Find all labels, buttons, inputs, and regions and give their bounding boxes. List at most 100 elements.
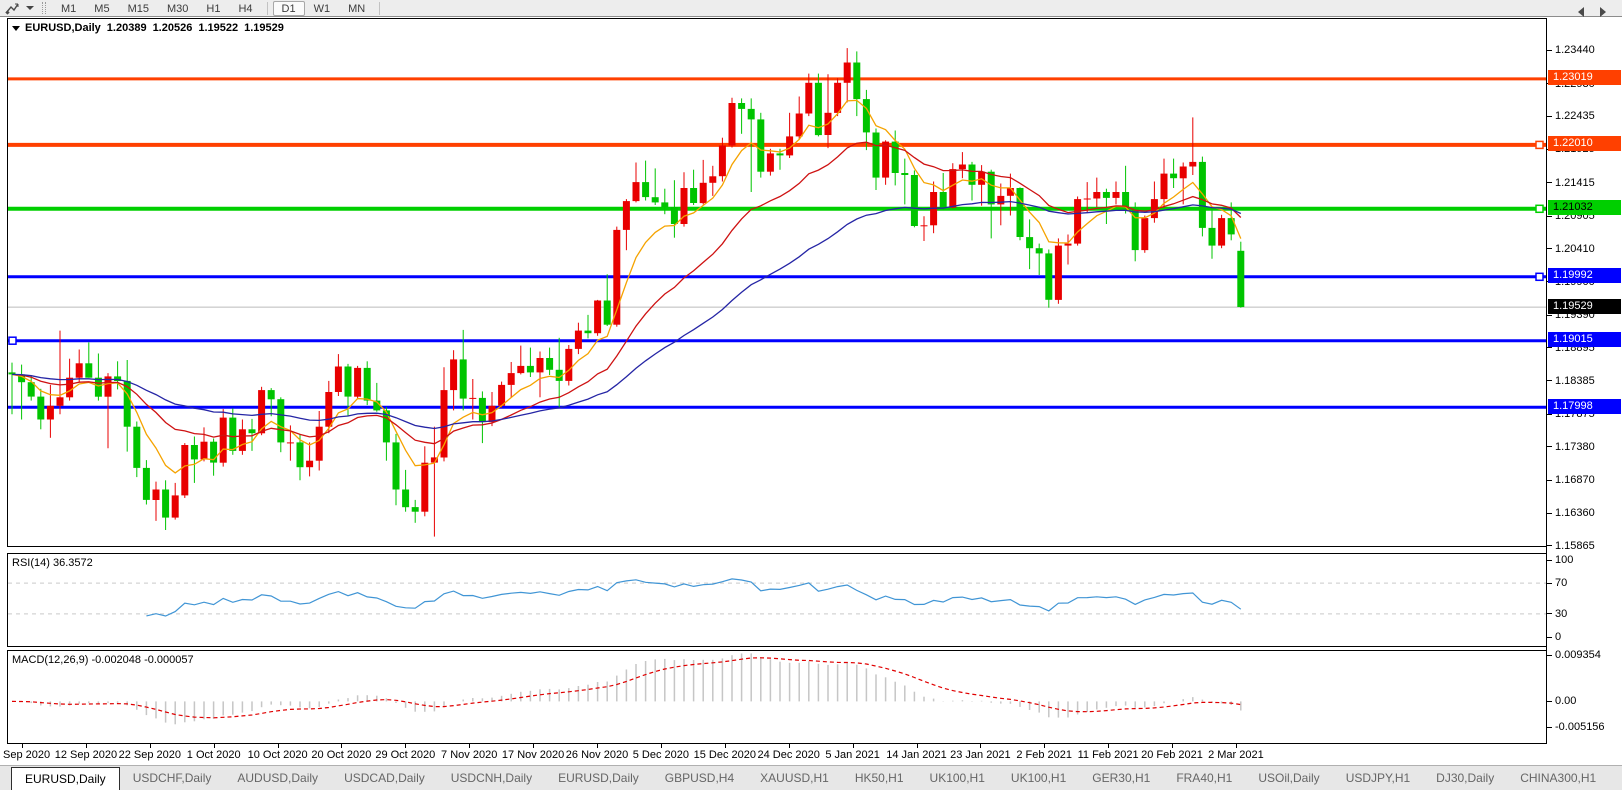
hline-price-label: 1.21032 — [1548, 200, 1621, 216]
trendline-cursor-icon[interactable] — [2, 1, 22, 16]
timeframe-button-h4[interactable]: H4 — [229, 1, 261, 16]
chart-tab-eurusd-daily[interactable]: EURUSD,Daily — [545, 766, 652, 790]
date-label: 1 Oct 2020 — [186, 749, 241, 761]
axis-tick-label: 30 — [1555, 607, 1568, 620]
axis-tick — [1547, 215, 1552, 217]
date-label: 20 Oct 2020 — [311, 749, 372, 761]
chevron-down-icon[interactable] — [12, 25, 20, 31]
main-chart-panel[interactable]: EURUSD,Daily 1.20389 1.20526 1.19522 1.19529 — [7, 18, 1547, 547]
chart-tab-usdcnh-daily[interactable]: USDCNH,Daily — [438, 766, 545, 790]
axis-tick — [1547, 582, 1552, 584]
timeframe-button-m1[interactable]: M1 — [52, 1, 85, 16]
timeframe-button-m5[interactable]: M5 — [85, 1, 118, 16]
hline-handle-1.19992[interactable] — [1535, 272, 1544, 282]
date-tick — [980, 744, 982, 748]
date-label: 12 Sep 2020 — [54, 749, 118, 761]
date-tick — [1172, 744, 1173, 748]
date-label: 26 Nov 2020 — [565, 749, 629, 761]
date-tick — [916, 744, 918, 748]
toolbar-grip[interactable] — [42, 2, 46, 14]
chevron-down-icon[interactable] — [26, 6, 34, 10]
axis-tick-label: 0 — [1555, 631, 1562, 643]
axis-tick-label: -0.005156 — [1555, 721, 1605, 733]
axis-tick — [1547, 479, 1552, 481]
chart-tab-usoil-daily[interactable]: USOil,Daily — [1245, 766, 1332, 790]
timeframe-button-h1[interactable]: H1 — [197, 1, 229, 16]
hline-handle-1.22010[interactable] — [1535, 140, 1544, 150]
rsi-line — [146, 578, 1242, 617]
chart-tab-usdchf-daily[interactable]: USDCHF,Daily — [120, 766, 225, 790]
date-label: 3 Sep 2020 — [0, 749, 51, 761]
axis-tick-label: 0.009354 — [1555, 649, 1601, 661]
hline-price-label: 1.17998 — [1548, 398, 1621, 414]
date-tick — [660, 744, 662, 748]
rsi-panel[interactable]: RSI(14) 36.3572 — [7, 553, 1547, 647]
price-axis[interactable]: 1.234401.229301.224351.219251.214151.209… — [1546, 18, 1622, 744]
chart-tab-china300-h1[interactable]: CHINA300,H1 — [1507, 766, 1609, 790]
timeframe-button-m30[interactable]: M30 — [158, 1, 197, 16]
timeframe-button-w1[interactable]: W1 — [305, 1, 340, 16]
axis-tick — [1547, 182, 1552, 184]
candlestick-chart[interactable] — [8, 19, 1546, 546]
axis-tick-label: 1.21415 — [1555, 176, 1595, 189]
axis-tick — [1547, 545, 1552, 547]
axis-tick-label: 0.00 — [1555, 695, 1577, 708]
timeframe-button-mn[interactable]: MN — [339, 1, 374, 16]
chart-tab-gbpusd-h4[interactable]: GBPUSD,H4 — [652, 766, 747, 790]
high-value: 1.20526 — [152, 22, 193, 34]
low-value: 1.19522 — [198, 22, 239, 34]
date-label: 15 Dec 2020 — [693, 749, 756, 761]
date-tick — [213, 744, 215, 748]
hline-handle-1.19015[interactable] — [8, 336, 17, 345]
hline-price-label: 1.23019 — [1548, 70, 1621, 86]
axis-tick — [1547, 380, 1552, 382]
date-label: 14 Jan 2021 — [886, 749, 947, 761]
date-tick — [1108, 744, 1110, 748]
chart-tab-usoil-[interactable]: USOil, — [1609, 766, 1622, 790]
date-label: 23 Jan 2021 — [950, 749, 1011, 761]
axis-tick-label: 1.20410 — [1555, 242, 1595, 255]
chart-tab-uk100-h1[interactable]: UK100,H1 — [917, 766, 998, 790]
timeframe-button-m15[interactable]: M15 — [119, 1, 158, 16]
date-tick — [469, 744, 471, 748]
rsi-chart[interactable] — [8, 554, 1546, 646]
axis-tick-label: 1.18385 — [1555, 374, 1595, 387]
date-label: 11 Feb 2021 — [1077, 749, 1139, 761]
macd-values: -0.002048 -0.000057 — [91, 654, 194, 666]
chart-tab-hk50-h1[interactable]: HK50,H1 — [842, 766, 917, 790]
axis-tick-label: 100 — [1555, 554, 1574, 566]
macd-chart[interactable] — [8, 651, 1546, 743]
tabs-scroll-right-button[interactable] — [1600, 7, 1606, 17]
chart-tab-fra40-h1[interactable]: FRA40,H1 — [1163, 766, 1245, 790]
axis-tick — [1547, 613, 1552, 615]
date-tick — [85, 744, 87, 748]
date-tick — [788, 744, 790, 748]
axis-tick — [1547, 248, 1552, 249]
rsi-value: 36.3572 — [52, 557, 93, 569]
chart-tab-uk100-h1[interactable]: UK100,H1 — [998, 766, 1079, 790]
date-label: 20 Feb 2021 — [1141, 749, 1203, 761]
tabs-scroll-left-button[interactable] — [1578, 7, 1584, 17]
date-label: 2 Mar 2021 — [1208, 749, 1264, 761]
axis-tick — [1547, 314, 1552, 316]
chart-tab-ger30-h1[interactable]: GER30,H1 — [1079, 766, 1163, 790]
chart-tab-xauusd-h1[interactable]: XAUUSD,H1 — [747, 766, 842, 790]
macd-panel[interactable]: MACD(12,26,9) -0.002048 -0.000057 — [7, 650, 1547, 744]
date-label: 29 Oct 2020 — [375, 749, 436, 761]
chart-tab-usdcad-daily[interactable]: USDCAD,Daily — [331, 766, 438, 790]
mt4-chart-window: M1 M5 M15 M30 H1 H4 D1 W1 MN EURUSD,Daily 1.20389… — [0, 0, 1622, 790]
axis-tick — [1547, 512, 1552, 514]
macd-label: MACD(12,26,9) — [12, 654, 89, 666]
chart-tab-audusd-daily[interactable]: AUDUSD,Daily — [224, 766, 331, 790]
axis-tick — [1547, 347, 1552, 349]
hline-handle-1.21032[interactable] — [1535, 204, 1544, 214]
chart-tab-dj30-daily[interactable]: DJ30,Daily — [1423, 766, 1507, 790]
date-axis[interactable]: 3 Sep 202012 Sep 202022 Sep 2020 1 Oct 20… — [0, 744, 1622, 765]
chart-tab-usdjpy-h1[interactable]: USDJPY,H1 — [1333, 766, 1423, 790]
axis-tick — [1547, 446, 1552, 448]
axis-tick — [1547, 115, 1552, 117]
timeframe-button-d1[interactable]: D1 — [272, 0, 305, 16]
axis-tick — [1547, 636, 1552, 638]
date-tick — [405, 744, 407, 748]
chart-tab-eurusd-daily[interactable]: EURUSD,Daily — [11, 767, 120, 790]
